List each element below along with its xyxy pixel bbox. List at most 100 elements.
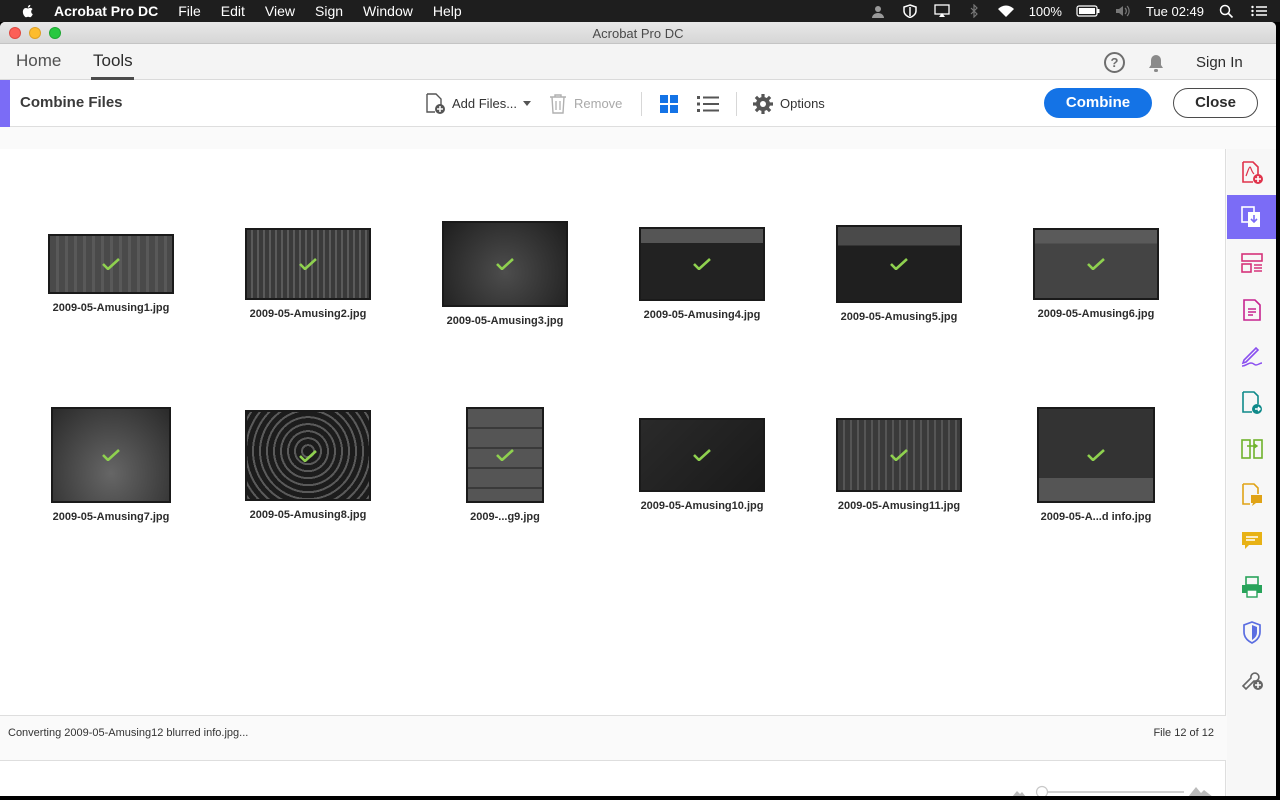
file-name: 2009-05-Amusing11.jpg: [837, 500, 961, 512]
app-menu[interactable]: Acrobat Pro DC: [54, 3, 158, 19]
file-tile[interactable]: 2009-05-Amusing5.jpg: [809, 225, 989, 323]
file-thumbnail[interactable]: [442, 221, 568, 307]
file-thumbnail[interactable]: [48, 234, 174, 294]
top-nav: Home Tools ? Sign In: [0, 44, 1276, 80]
file-thumbnail[interactable]: [639, 227, 765, 301]
remove-button[interactable]: Remove: [548, 80, 622, 127]
file-tile[interactable]: 2009-05-Amusing11.jpg: [809, 418, 989, 512]
file-thumbnail[interactable]: [245, 410, 371, 501]
file-name: 2009-05-Amusing2.jpg: [249, 308, 367, 320]
menubar-clock[interactable]: Tue 02:49: [1146, 4, 1204, 19]
title-bar[interactable]: Acrobat Pro DC: [0, 22, 1276, 44]
checkmark-icon: [693, 258, 711, 270]
close-button[interactable]: Close: [1173, 88, 1258, 118]
send-for-review-icon: [1241, 391, 1262, 414]
toolbar-divider: [641, 92, 642, 116]
file-tile[interactable]: 2009-05-Amusing3.jpg: [415, 221, 595, 327]
checkmark-icon: [890, 258, 908, 270]
menu-window[interactable]: Window: [363, 3, 413, 19]
tool-accent-bar: [0, 80, 10, 127]
menu-file[interactable]: File: [178, 3, 201, 19]
add-files-button[interactable]: Add Files...: [424, 80, 532, 127]
file-tile[interactable]: 2009-05-Amusing10.jpg: [612, 418, 792, 512]
battery-icon[interactable]: [1076, 4, 1100, 18]
combine-button[interactable]: Combine: [1044, 88, 1152, 118]
notifications-bell-icon[interactable]: [1147, 53, 1165, 73]
window-title: Acrobat Pro DC: [592, 26, 684, 41]
rail-print-production[interactable]: [1227, 565, 1276, 609]
spotlight-search-icon[interactable]: [1218, 4, 1236, 18]
file-tile[interactable]: 2009-...g9.jpg: [415, 407, 595, 523]
list-view-button[interactable]: [697, 80, 719, 127]
file-name: 2009-...g9.jpg: [470, 511, 540, 523]
grid-view-icon: [660, 94, 678, 113]
rail-create-pdf[interactable]: [1227, 151, 1276, 195]
checkmark-icon: [102, 258, 120, 270]
file-thumbnail[interactable]: [1037, 407, 1155, 503]
file-tile[interactable]: 2009-05-Amusing2.jpg: [218, 228, 398, 320]
file-tile[interactable]: 2009-05-A...d info.jpg: [1006, 407, 1186, 523]
tools-rail: [1227, 149, 1276, 796]
screen-bottom-edge: [0, 796, 1280, 800]
file-thumbnail[interactable]: [51, 407, 171, 503]
file-thumbnail[interactable]: [836, 225, 962, 303]
rail-more-tools[interactable]: [1227, 657, 1276, 701]
volume-icon[interactable]: [1114, 4, 1132, 18]
menu-help[interactable]: Help: [433, 3, 462, 19]
dropdown-caret-icon: [523, 100, 532, 106]
options-button[interactable]: Options: [752, 80, 825, 127]
thumbnail-size-slider[interactable]: [1010, 779, 1215, 796]
file-tile[interactable]: 2009-05-Amusing4.jpg: [612, 227, 792, 321]
menu-sign[interactable]: Sign: [315, 3, 343, 19]
file-thumbnail[interactable]: [245, 228, 371, 300]
add-file-icon: [426, 92, 445, 114]
rail-compare-files[interactable]: [1227, 427, 1276, 471]
fill-sign-icon: [1241, 346, 1262, 367]
apple-icon[interactable]: [20, 3, 36, 19]
rail-organize-pages[interactable]: [1227, 241, 1276, 285]
file-thumbnail[interactable]: [836, 418, 962, 492]
rail-comment[interactable]: [1227, 473, 1276, 517]
rail-combine-files[interactable]: [1227, 195, 1276, 239]
file-tile[interactable]: 2009-05-Amusing1.jpg: [21, 234, 201, 314]
thumbnail-grid: 2009-05-Amusing1.jpg 2009-05-Amusing2.jp…: [0, 149, 1226, 715]
rail-send-for-review[interactable]: [1227, 381, 1276, 425]
checkmark-icon: [299, 258, 317, 270]
tab-tools[interactable]: Tools: [93, 51, 133, 71]
menu-edit[interactable]: Edit: [221, 3, 245, 19]
checkmark-icon: [1087, 258, 1105, 270]
file-tile[interactable]: 2009-05-Amusing8.jpg: [218, 410, 398, 521]
thumbnail-view-button[interactable]: [659, 80, 679, 127]
rail-export-pdf[interactable]: [1227, 288, 1276, 332]
rail-protect[interactable]: [1227, 611, 1276, 655]
notification-center-icon[interactable]: [1250, 4, 1268, 18]
tool-title: Combine Files: [20, 94, 123, 111]
file-thumbnail[interactable]: [466, 407, 544, 503]
checkmark-icon: [299, 449, 317, 462]
status-bar: Converting 2009-05-Amusing12 blurred inf…: [0, 715, 1226, 761]
file-name: 2009-05-Amusing4.jpg: [643, 309, 761, 321]
checkmark-icon: [102, 449, 120, 461]
wifi-icon[interactable]: [997, 4, 1015, 18]
file-thumbnail[interactable]: [1033, 228, 1159, 300]
tab-home[interactable]: Home: [16, 51, 61, 71]
shield-status-icon[interactable]: [901, 4, 919, 18]
file-name: 2009-05-Amusing10.jpg: [640, 500, 764, 512]
menu-view[interactable]: View: [265, 3, 295, 19]
help-icon[interactable]: ?: [1104, 52, 1125, 73]
file-name: 2009-05-A...d info.jpg: [1040, 511, 1152, 523]
create-pdf-icon: [1241, 161, 1263, 184]
user-icon[interactable]: [869, 4, 887, 18]
rail-fill-sign[interactable]: [1227, 335, 1276, 379]
file-thumbnail[interactable]: [639, 418, 765, 492]
more-tools-icon: [1241, 672, 1263, 691]
checkmark-icon: [693, 449, 711, 461]
organize-pages-icon: [1240, 253, 1263, 273]
bluetooth-icon[interactable]: [965, 4, 983, 18]
sign-in-link[interactable]: Sign In: [1196, 54, 1243, 71]
comment-icon: [1241, 483, 1262, 506]
airplay-icon[interactable]: [933, 4, 951, 18]
file-tile[interactable]: 2009-05-Amusing6.jpg: [1006, 228, 1186, 320]
rail-comment-bubble[interactable]: [1227, 519, 1276, 563]
file-tile[interactable]: 2009-05-Amusing7.jpg: [21, 407, 201, 523]
